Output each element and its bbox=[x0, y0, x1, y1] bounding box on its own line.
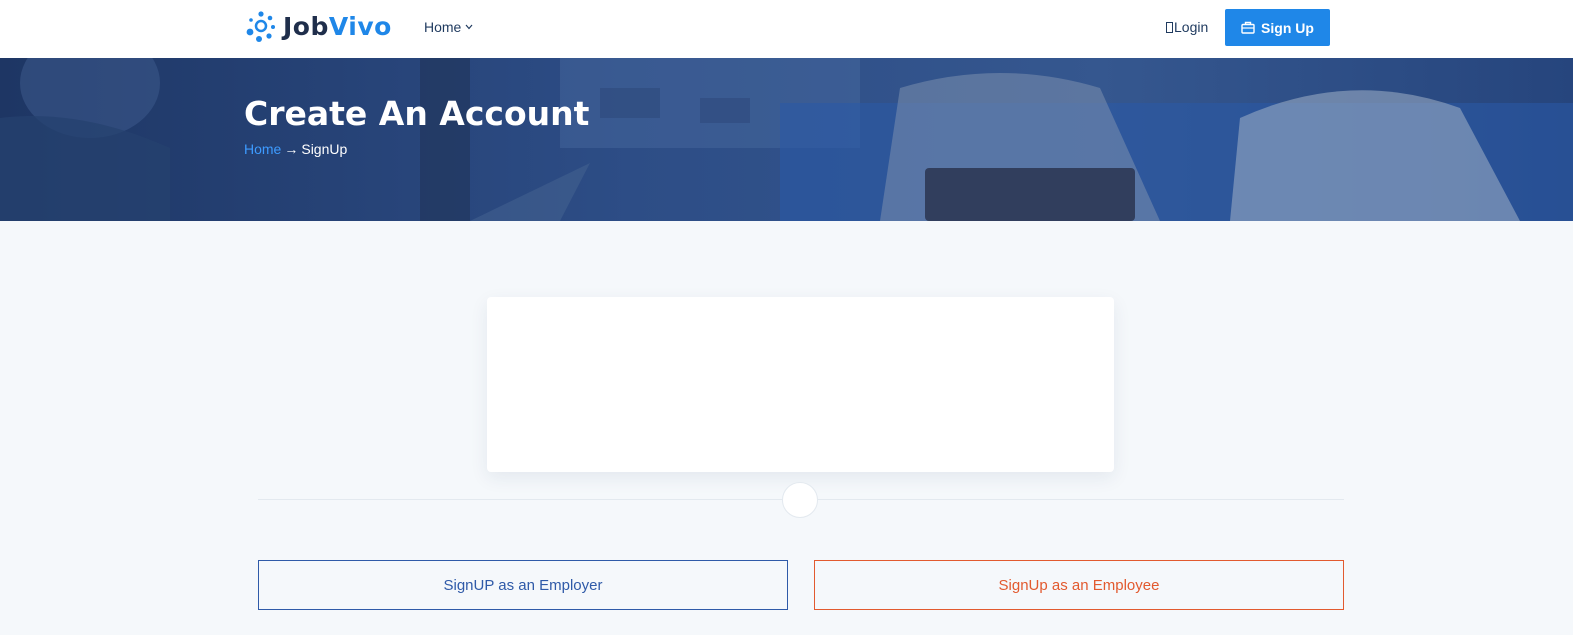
signup-employer-button[interactable]: SignUP as an Employer bbox=[258, 560, 788, 610]
hero-background-image bbox=[0, 58, 1573, 221]
signup-form-card bbox=[487, 297, 1114, 472]
page-hero-banner: Create An Account Home → SignUp bbox=[0, 58, 1573, 221]
breadcrumb-home-link[interactable]: Home bbox=[244, 141, 281, 157]
arrow-right-icon: → bbox=[284, 141, 299, 157]
signup-label: Sign Up bbox=[1261, 19, 1314, 36]
divider-circle bbox=[782, 482, 818, 518]
chevron-down-icon bbox=[465, 24, 473, 30]
jobvivo-logo[interactable]: JobVivo bbox=[245, 10, 392, 42]
login-link[interactable]: Login bbox=[1166, 19, 1208, 35]
signup-employee-button[interactable]: SignUp as an Employee bbox=[814, 560, 1344, 610]
logo-dots-icon bbox=[246, 11, 275, 42]
nav-home-label: Home bbox=[424, 19, 462, 35]
breadcrumb-current: SignUp bbox=[301, 141, 348, 157]
logo-text-job: Job bbox=[283, 11, 329, 41]
login-label: Login bbox=[1174, 19, 1209, 35]
breadcrumb: Home → SignUp bbox=[244, 141, 347, 157]
login-icon bbox=[1166, 21, 1173, 33]
logo-text-vivo: Vivo bbox=[328, 11, 392, 41]
page-title: Create An Account bbox=[244, 94, 590, 133]
signup-button[interactable]: Sign Up bbox=[1225, 9, 1330, 46]
briefcase-icon bbox=[1241, 21, 1255, 34]
top-navbar: JobVivo Home Login Sign Up bbox=[0, 0, 1573, 58]
nav-home-dropdown[interactable]: Home bbox=[424, 19, 473, 35]
logo-text: JobVivo bbox=[283, 12, 392, 41]
